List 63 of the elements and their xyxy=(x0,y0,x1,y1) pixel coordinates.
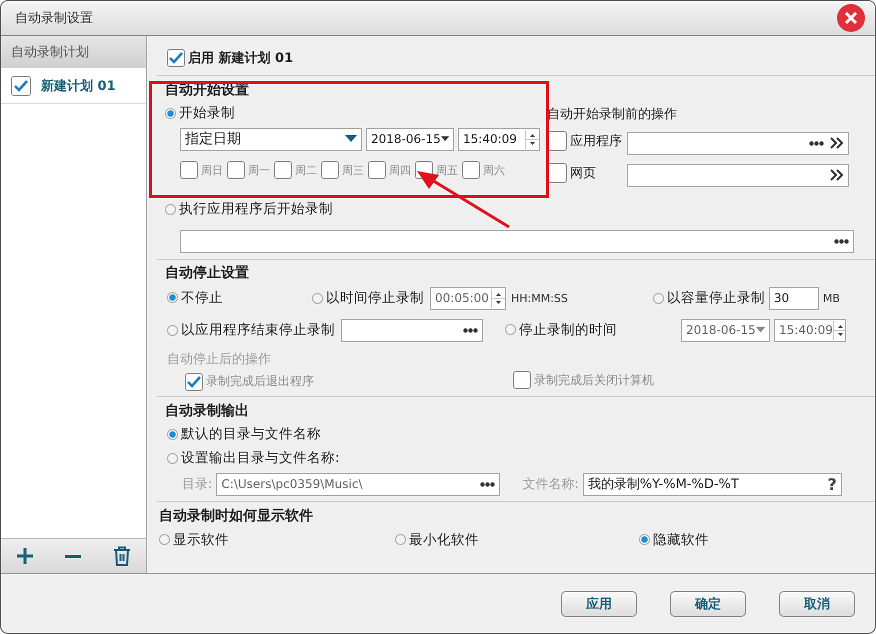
radio-button[interactable]: 设置输出目录与文件名称: xyxy=(167,449,340,467)
radio-button[interactable]: 隐藏软件 xyxy=(639,530,709,549)
section-subtitle: 自动停止后的操作 xyxy=(167,351,271,368)
check-icon xyxy=(169,52,183,64)
spin-arrows-icon[interactable] xyxy=(491,288,505,308)
date-picker[interactable]: 2018-06-15 xyxy=(681,318,770,342)
close-icon xyxy=(844,11,858,25)
size-field[interactable]: 30 xyxy=(768,286,819,310)
radio-button[interactable]: 默认的目录与文件名称 xyxy=(167,425,321,443)
radio-button[interactable]: 不停止 xyxy=(167,288,223,307)
radio-button[interactable]: 以容量停止录制 xyxy=(652,289,765,307)
checkbox[interactable]: 启用 新建计划 01 xyxy=(167,49,294,67)
time-field[interactable]: 15:40:09 xyxy=(774,318,846,342)
checkbox[interactable]: 网页 xyxy=(547,163,596,183)
close-button[interactable] xyxy=(837,4,865,32)
window-title: 自动录制设置 xyxy=(15,10,93,27)
checkbox[interactable] xyxy=(11,76,31,96)
unit-label: MB xyxy=(822,292,840,304)
check-icon xyxy=(187,376,201,388)
dropdown-arrow-icon[interactable] xyxy=(440,135,449,143)
radio-button[interactable]: 以时间停止录制 xyxy=(312,289,424,307)
input-field[interactable] xyxy=(180,230,854,252)
more-dots-icon[interactable] xyxy=(809,140,824,146)
spin-arrows-icon[interactable] xyxy=(832,320,847,340)
section-title: 自动录制时如何显示软件 xyxy=(159,507,313,525)
check-icon xyxy=(14,80,28,92)
radio-button[interactable]: 停止录制的时间 xyxy=(505,320,617,339)
dialog-button[interactable]: 应用 xyxy=(561,590,637,616)
minus-icon xyxy=(64,554,82,558)
file-name-field[interactable]: 我的录制%Y-%M-%D-%T ? xyxy=(582,472,842,496)
radio-button[interactable]: 显示软件 xyxy=(159,530,229,549)
dropdown-arrow-icon[interactable] xyxy=(345,135,357,143)
directory-field[interactable]: C:\Users\pc0359\Music\ xyxy=(216,472,500,496)
spin-arrows-icon[interactable] xyxy=(525,130,539,148)
section-subtitle: 自动开始录制前的操作 xyxy=(547,106,677,123)
input-field[interactable] xyxy=(341,318,483,342)
field-label: 文件名称: xyxy=(522,476,579,493)
radio-button[interactable]: 最小化软件 xyxy=(395,530,479,549)
radio-button[interactable]: 执行应用程序后开始录制 xyxy=(165,200,333,218)
section-title: 自动停止设置 xyxy=(165,264,249,282)
dialog-button[interactable]: 取消 xyxy=(779,590,855,616)
time-field[interactable]: 00:05:00 xyxy=(430,286,506,310)
date-mode-dropdown[interactable]: 指定日期 xyxy=(180,128,362,150)
unit-label: HH:MM:SS xyxy=(511,292,568,304)
field-label: 目录: xyxy=(182,476,212,493)
dialog-button[interactable]: 确定 xyxy=(670,590,746,616)
input-field[interactable] xyxy=(627,164,849,186)
help-icon[interactable]: ? xyxy=(828,474,837,494)
time-field[interactable]: 15:40:09 xyxy=(458,128,540,150)
double-chevron-icon[interactable] xyxy=(830,169,844,181)
more-dots-icon[interactable] xyxy=(834,238,849,244)
sidebar-header: 自动录制计划 xyxy=(1,36,146,68)
checkbox[interactable]: 应用程序 xyxy=(547,131,622,151)
plus-icon xyxy=(16,547,34,565)
double-chevron-icon[interactable] xyxy=(830,137,844,149)
date-picker[interactable]: 2018-06-15 xyxy=(366,128,454,150)
trash-icon xyxy=(112,546,131,566)
input-field[interactable] xyxy=(627,132,849,154)
more-dots-icon[interactable] xyxy=(463,328,478,332)
section-title: 自动录制输出 xyxy=(165,402,249,420)
radio-button[interactable]: 开始录制 xyxy=(165,104,235,122)
more-dots-icon[interactable] xyxy=(480,482,496,486)
radio-button[interactable]: 以应用程序结束停止录制 xyxy=(167,321,335,339)
